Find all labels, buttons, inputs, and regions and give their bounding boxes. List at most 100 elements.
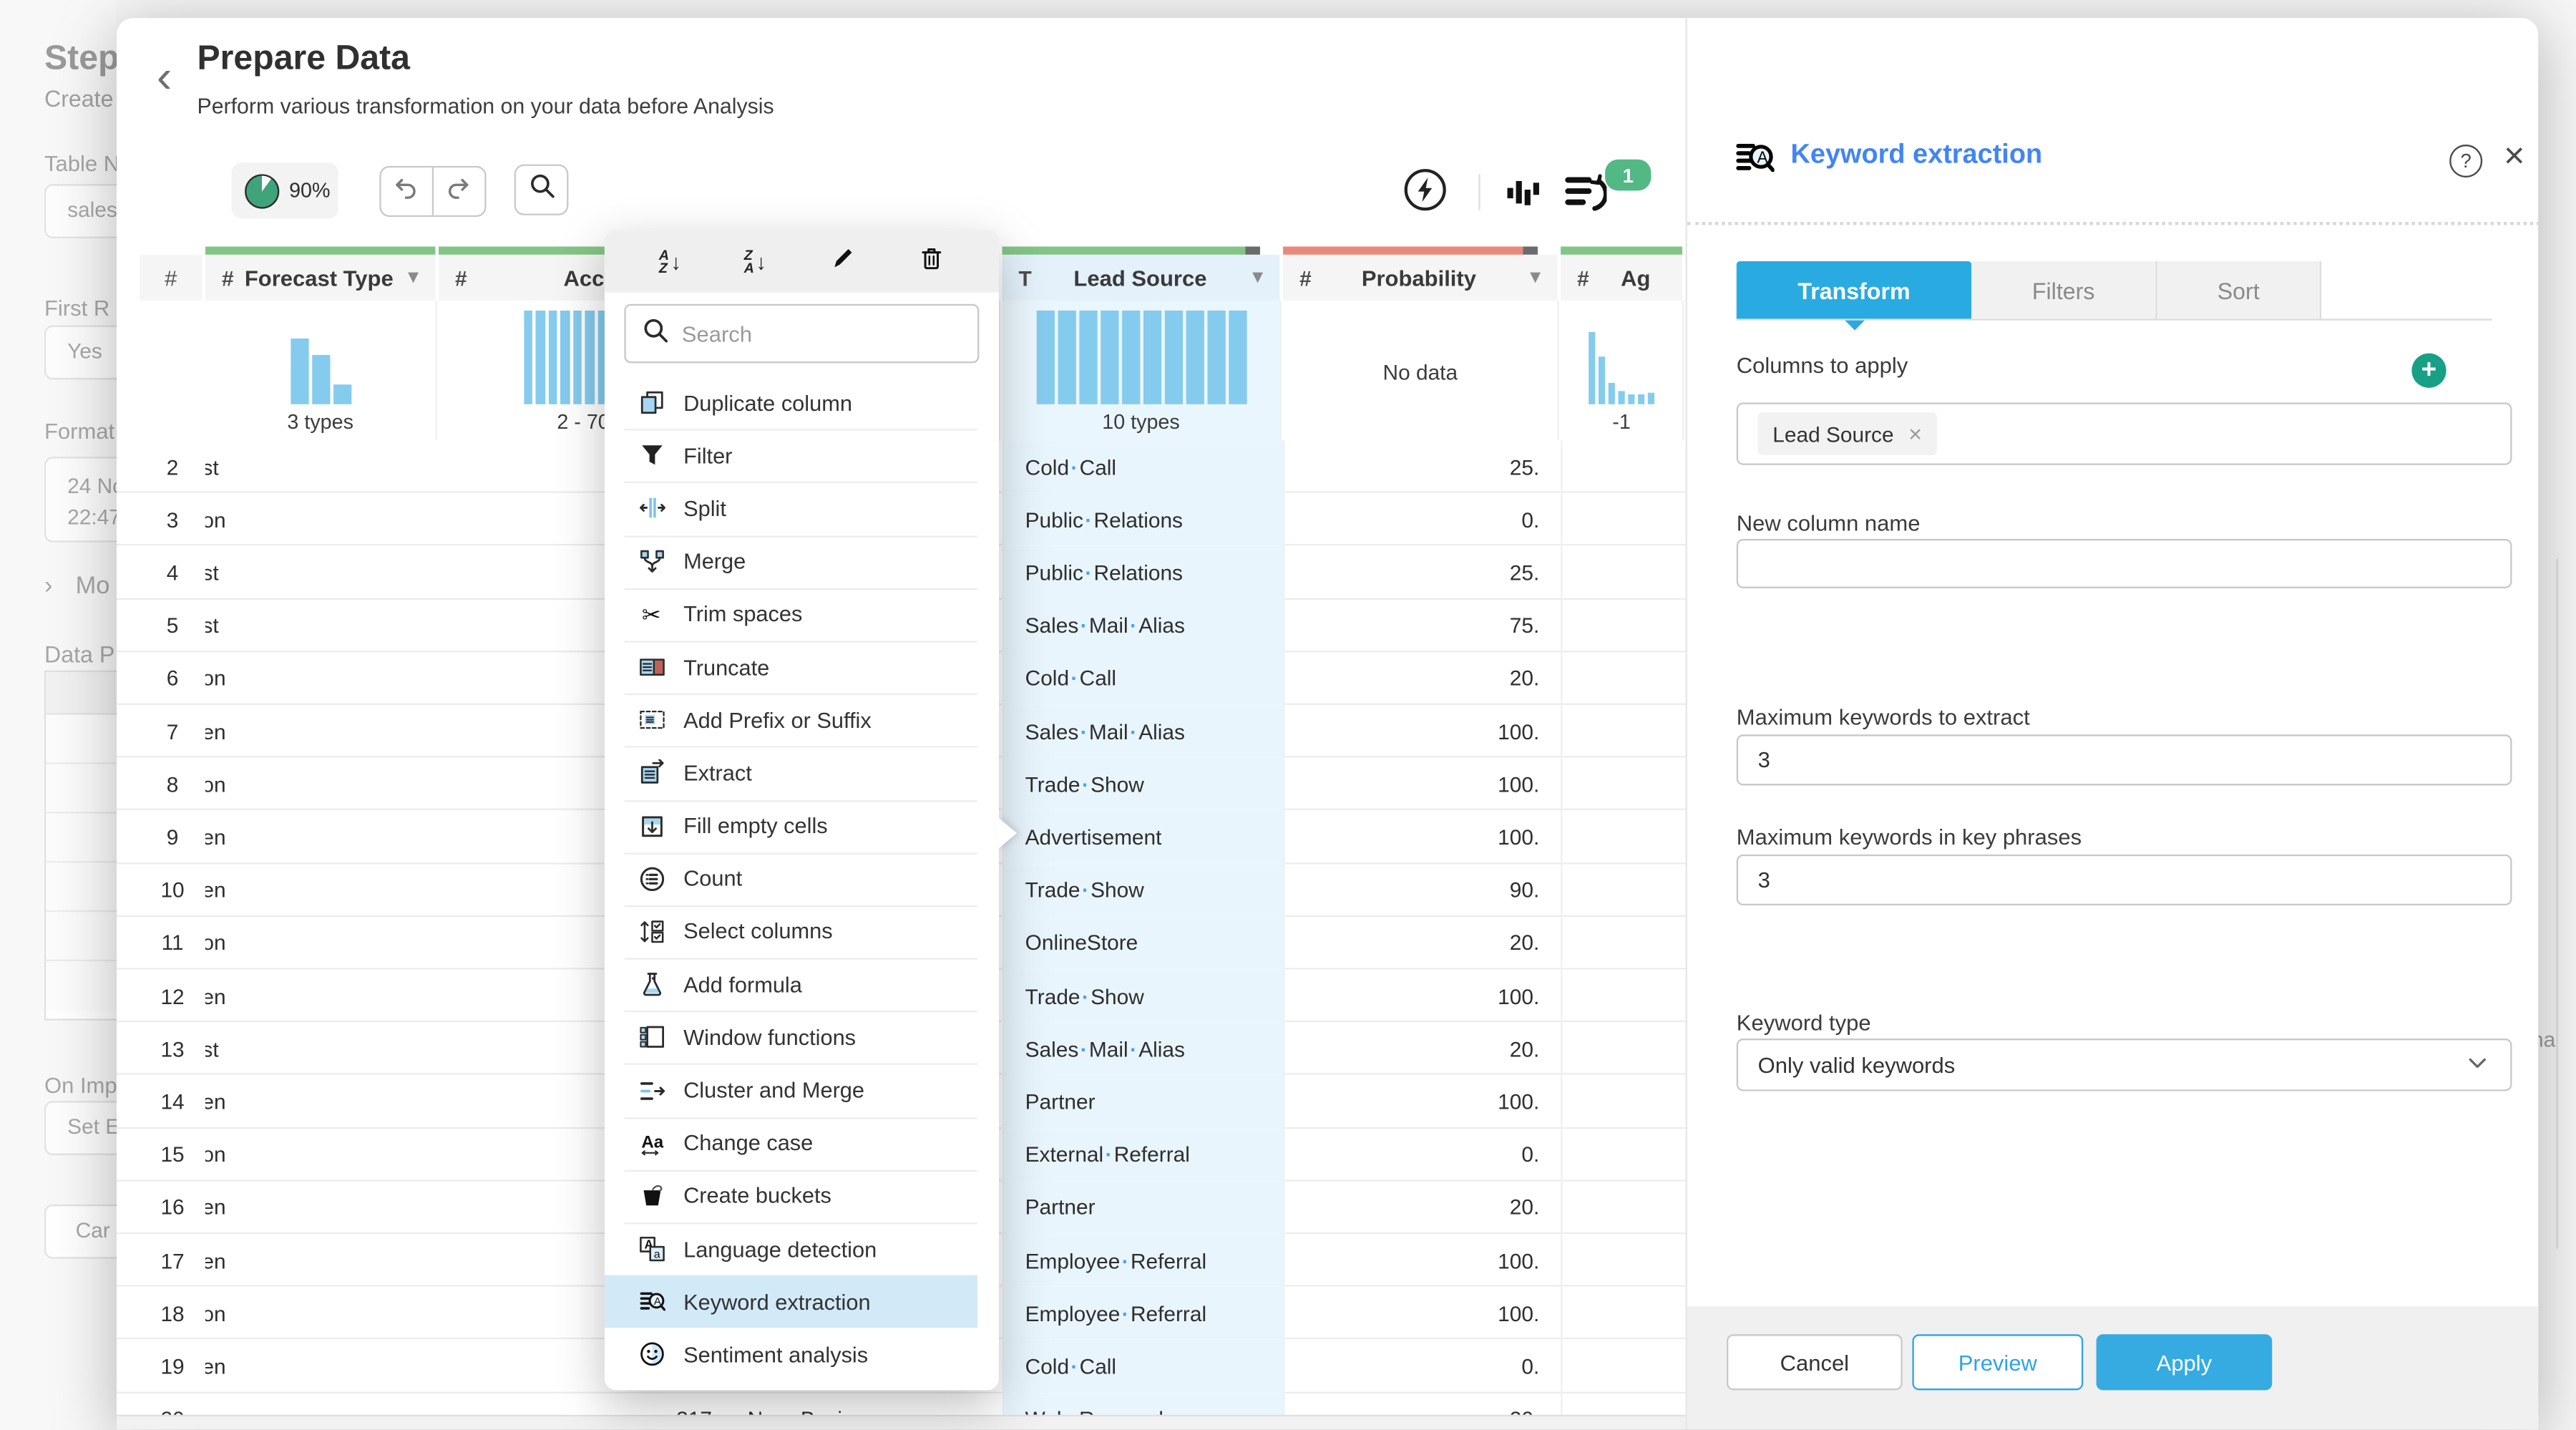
- svg-text:a: a: [653, 1248, 660, 1261]
- remove-chip-icon[interactable]: ×: [1908, 421, 1922, 447]
- menu-item-create-buckets[interactable]: Create buckets: [605, 1169, 999, 1222]
- tab-sort[interactable]: Sort: [2157, 261, 2322, 319]
- menu-item-merge[interactable]: Merge: [605, 535, 999, 588]
- lead-source-chip[interactable]: Lead Source ×: [1757, 412, 1937, 455]
- cell-forecast: on: [205, 772, 226, 797]
- max-key-phrases-input[interactable]: 3: [1736, 854, 2512, 906]
- redo-icon: [446, 174, 472, 208]
- applied-steps-button[interactable]: [1564, 172, 1609, 220]
- cell-probability: 20.: [1283, 1022, 1561, 1076]
- table-hscrollbar[interactable]: [117, 1414, 1686, 1430]
- column-header-lead_source[interactable]: T Lead Source ▼: [1002, 254, 1284, 301]
- menu-item-extract[interactable]: Extract: [605, 746, 999, 799]
- quality-strip-lead_source: [1002, 246, 1280, 255]
- row-number: 14: [160, 1089, 185, 1114]
- column-header-age[interactable]: # Ag: [1561, 254, 1686, 301]
- tabs-underline: [1736, 318, 2492, 321]
- edit-column-button[interactable]: [829, 244, 856, 278]
- panel-tabs: Transform Filters Sort: [1736, 261, 2322, 331]
- menu-item-add-prefix-or-suffix[interactable]: Add Prefix or Suffix: [605, 694, 999, 746]
- column-menu-arrow-icon[interactable]: ▼: [1526, 268, 1544, 288]
- histogram-age[interactable]: [1561, 331, 1682, 404]
- preview-button[interactable]: Preview: [1912, 1334, 2084, 1391]
- cell-age: [1561, 1181, 1685, 1235]
- menu-item-change-case[interactable]: Aa Change case: [605, 1117, 999, 1169]
- panel-close-icon[interactable]: ×: [2504, 137, 2525, 174]
- bg-table-name-input[interactable]: sales c: [44, 184, 117, 238]
- histogram-forecast[interactable]: [205, 338, 435, 404]
- menu-item-trim-spaces[interactable]: ✂ Trim spaces: [605, 588, 999, 641]
- tab-transform[interactable]: Transform: [1736, 261, 1972, 331]
- column-header-probability[interactable]: # Probability ▼: [1283, 254, 1561, 301]
- count-icon: [638, 865, 665, 892]
- cell-age: [1561, 1075, 1685, 1129]
- column-type-icon: #: [454, 265, 467, 291]
- cancel-button[interactable]: Cancel: [1727, 1334, 1903, 1391]
- menu-item-window-functions[interactable]: Window functions: [605, 1011, 999, 1064]
- cell-age: [1561, 969, 1685, 1023]
- tab-filters[interactable]: Filters: [1971, 261, 2157, 319]
- cell-lead-source: Trade · Show: [1002, 969, 1284, 1023]
- truncate-icon: [638, 653, 665, 681]
- row-number: 9: [166, 825, 179, 850]
- menu-item-cluster-and-merge[interactable]: Cluster and Merge: [605, 1064, 999, 1117]
- menu-search-input[interactable]: [681, 321, 929, 346]
- menu-item-truncate[interactable]: Truncate: [605, 641, 999, 694]
- bg-right-clipped-text: na: [2538, 1026, 2556, 1052]
- columns-to-apply-field[interactable]: Lead Source ×: [1736, 402, 2512, 465]
- histogram-lead_source[interactable]: [1002, 310, 1280, 404]
- bg-format-box[interactable]: 24 Nc22:47: [44, 457, 117, 543]
- menu-item-duplicate-column[interactable]: Duplicate column: [605, 376, 999, 429]
- menu-item-language-detection[interactable]: Aa Language detection: [605, 1222, 999, 1275]
- cell-probability: 20.: [1283, 652, 1561, 705]
- space-marker-dot: ·: [1105, 1142, 1113, 1167]
- column-stats-button[interactable]: [1505, 176, 1543, 217]
- back-icon[interactable]: ‹: [146, 51, 182, 103]
- row-number: 4: [166, 560, 179, 585]
- auto-transform-button[interactable]: [1403, 167, 1448, 220]
- row-number: 18: [160, 1300, 185, 1326]
- new-column-name-input[interactable]: [1736, 539, 2512, 588]
- menu-item-split[interactable]: Split: [605, 482, 999, 535]
- table-search-button[interactable]: [514, 164, 569, 215]
- menu-search-box[interactable]: [624, 303, 980, 364]
- modal-subtitle: Perform various transformation on your d…: [197, 93, 774, 119]
- data-quality-indicator[interactable]: 90%: [231, 162, 338, 219]
- row-number: 17: [160, 1247, 185, 1273]
- delete-column-button[interactable]: [918, 244, 945, 278]
- menu-item-keyword-extraction[interactable]: A Keyword extraction: [604, 1275, 978, 1328]
- bg-first-row-select[interactable]: Yes: [44, 325, 117, 380]
- column-menu-arrow-icon[interactable]: ▼: [404, 268, 422, 288]
- cell-forecast: en: [205, 983, 226, 1008]
- sort-ascending-button[interactable]: A Z ↓: [659, 248, 681, 276]
- cell-forecast: en: [205, 1247, 226, 1273]
- space-marker-dot: ·: [1070, 454, 1078, 480]
- cell-age: [1561, 863, 1685, 917]
- panel-help-icon[interactable]: ?: [2449, 145, 2483, 177]
- bg-more-toggle[interactable]: › Mo: [44, 572, 109, 600]
- menu-item-add-formula[interactable]: Add formula: [605, 958, 999, 1011]
- menu-item-count[interactable]: Count: [605, 852, 999, 905]
- bg-cancel-button[interactable]: Car: [44, 1204, 117, 1259]
- menu-item-select-columns[interactable]: Select columns: [605, 905, 999, 958]
- cell-age: [1561, 546, 1685, 600]
- window-functions-icon: [638, 1023, 665, 1051]
- menu-item-fill-empty-cells[interactable]: Fill empty cells: [605, 799, 999, 852]
- apply-button[interactable]: Apply: [2096, 1334, 2273, 1391]
- extract-icon: [638, 759, 665, 787]
- keyword-type-select[interactable]: Only valid keywords: [1736, 1039, 2512, 1091]
- column-header-forecast[interactable]: # Forecast Type ▼: [205, 254, 439, 301]
- column-menu-arrow-icon[interactable]: ▼: [1249, 268, 1267, 288]
- max-keywords-input[interactable]: 3: [1736, 734, 2512, 786]
- menu-item-sentiment-analysis[interactable]: Sentiment analysis: [605, 1328, 999, 1381]
- cell-lead-source: Sales · Mail · Alias: [1002, 1022, 1284, 1076]
- menu-item-filter[interactable]: Filter: [605, 429, 999, 482]
- keyword-type-label: Keyword type: [1736, 1010, 1871, 1036]
- add-column-button[interactable]: +: [2411, 353, 2446, 388]
- sort-descending-button[interactable]: Z A ↓: [744, 248, 766, 276]
- cell-forecast: en: [205, 1353, 226, 1379]
- undo-button[interactable]: [381, 167, 433, 215]
- redo-button[interactable]: [433, 167, 484, 215]
- bg-on-import-select[interactable]: Set Er: [44, 1101, 117, 1156]
- column-transform-menu: AZ↓ ZA↓ Duplicate columnFilterSplitMerge…: [604, 230, 1018, 1391]
